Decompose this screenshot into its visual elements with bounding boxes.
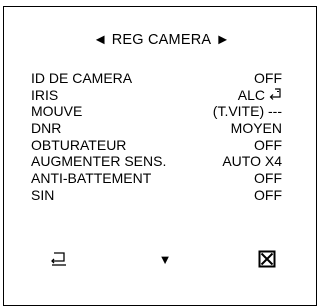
menu-item-label: ANTI-BATTEMENT [31, 170, 152, 187]
menu-item-camera-id[interactable]: ID DE CAMERA OFF [31, 70, 282, 87]
close-button[interactable] [256, 248, 278, 270]
menu-item-dnr[interactable]: DNR MOYEN [31, 120, 282, 137]
menu-item-iris[interactable]: IRIS ALC [31, 87, 282, 104]
menu-item-label: DNR [31, 120, 62, 137]
menu-item-motion[interactable]: MOUVE (T.VITE) --- [31, 103, 282, 120]
settings-list: ID DE CAMERA OFF IRIS ALC MOUVE (T.VITE)… [31, 70, 282, 204]
menu-footer: ▼ [0, 248, 323, 272]
menu-item-value: ALC [237, 86, 265, 103]
menu-item-value: (T.VITE) --- [212, 103, 282, 120]
enter-icon [269, 88, 281, 100]
down-arrow-icon: ▼ [158, 251, 172, 267]
menu-item-label: ID DE CAMERA [31, 70, 133, 86]
menu-item-anti-flicker[interactable]: ANTI-BATTEMENT OFF [31, 170, 282, 187]
menu-item-value: OFF [254, 170, 282, 187]
menu-title: REG CAMERA [111, 32, 212, 48]
menu-item-label: OBTURATEUR [31, 136, 127, 153]
return-icon [51, 252, 66, 266]
menu-item-sync[interactable]: SIN OFF [31, 187, 282, 204]
menu-item-value: MOYEN [230, 120, 282, 137]
menu-item-sens-up[interactable]: AUGMENTER SENS. AUTO X4 [31, 153, 282, 170]
menu-item-value: AUTO X4 [222, 153, 282, 170]
menu-item-value: OFF [254, 136, 282, 153]
menu-item-value: OFF [254, 70, 282, 86]
menu-item-label: AUGMENTER SENS. [31, 153, 167, 170]
close-box-icon [258, 250, 276, 268]
menu-item-label: IRIS [31, 86, 59, 103]
menu-item-label: MOUVE [31, 103, 83, 120]
menu-item-shutter[interactable]: OBTURATEUR OFF [31, 137, 282, 154]
menu-item-label: SIN [31, 186, 55, 203]
back-button[interactable] [48, 248, 72, 270]
prev-page-arrow[interactable]: ◄ [93, 32, 108, 48]
menu-item-value-group: ALC [238, 87, 282, 104]
menu-header: ◄ REG CAMERA ► [0, 32, 323, 48]
menu-item-value: OFF [254, 186, 282, 203]
scroll-down-button[interactable]: ▼ [154, 248, 176, 270]
next-page-arrow[interactable]: ► [215, 32, 230, 48]
